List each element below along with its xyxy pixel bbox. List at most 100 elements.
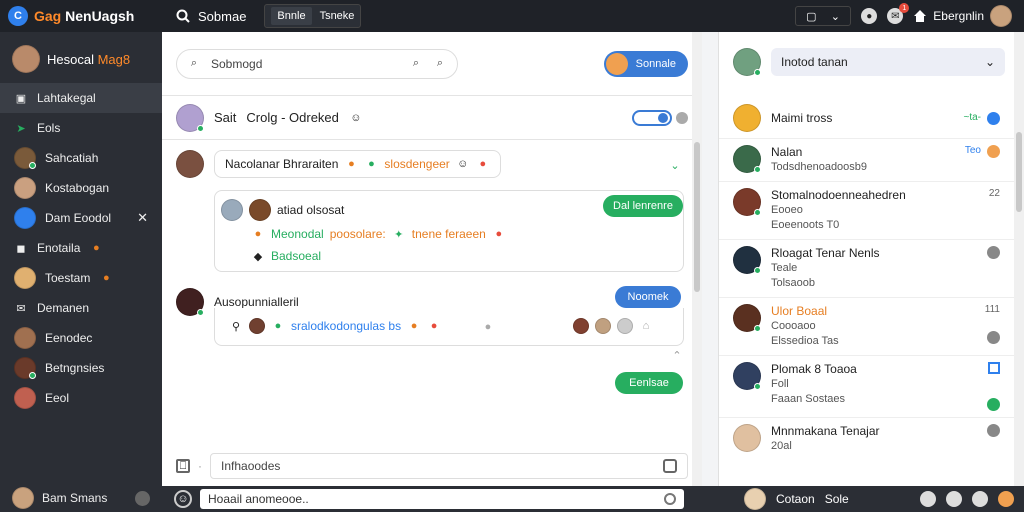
avatar xyxy=(733,188,761,216)
top-user-menu[interactable]: Ebergnlin xyxy=(913,5,1012,27)
scroll-thumb[interactable] xyxy=(1016,132,1022,212)
main-scrollbar[interactable] xyxy=(692,32,702,486)
emoji-icon: ● xyxy=(368,158,375,170)
sidebar-item-4[interactable]: Dam Eoodol ✕ xyxy=(0,203,162,233)
sidebar-item-2[interactable]: Sahcatiah xyxy=(0,143,162,173)
top-tab-1[interactable]: Bnnle xyxy=(271,7,312,25)
profile-avatar xyxy=(12,45,40,73)
right-scrollbar[interactable] xyxy=(1014,32,1024,486)
card-text: tnene feraeen xyxy=(411,227,486,241)
message-action-button[interactable]: Noomek xyxy=(615,286,681,308)
checkbox-icon xyxy=(988,362,1000,374)
gear-icon[interactable] xyxy=(135,490,150,506)
sidebar: Hesocal Mag8 ▣ Lahtakegal ➤ Eols Sahcati… xyxy=(0,32,162,512)
list-item[interactable]: Nalan Todsdhenoadoosb9 Teo xyxy=(719,139,1014,182)
status-icon[interactable] xyxy=(998,491,1014,507)
avatar xyxy=(733,145,761,173)
close-icon[interactable]: ✕ xyxy=(137,210,148,226)
list-item[interactable]: Ulor Boaal Coooaoo Elssedioa Tas 111 xyxy=(719,298,1014,356)
card-header: atiad olsosat xyxy=(221,199,344,221)
view-dropdown[interactable]: ▢ ⌄ xyxy=(795,6,852,26)
avatar xyxy=(733,104,761,132)
list-item[interactable]: Plomak 8 Toaoa Foll Faaan Sostaes xyxy=(719,356,1014,418)
chevron-up-icon[interactable]: ⌃ xyxy=(670,348,684,362)
list-item[interactable]: Maimi tross ~ta- xyxy=(719,98,1014,139)
search-icon[interactable]: ⌕ xyxy=(433,57,447,71)
notification-icon[interactable] xyxy=(946,491,962,507)
avatar xyxy=(733,424,761,452)
settings-icon[interactable] xyxy=(920,491,936,507)
attach-icon[interactable] xyxy=(664,493,676,505)
list-item-text: Plomak 8 Toaoa Foll Faaan Sostaes xyxy=(771,362,857,405)
more-icon[interactable] xyxy=(676,111,688,124)
search-input[interactable]: ⌕ Sobmogd ⌕ ⌕ xyxy=(176,48,458,79)
message-tag: slosdengeer xyxy=(384,157,450,171)
avatar xyxy=(744,488,766,510)
card-line: ⚲ ● sralodkodongulas bs ● ● xyxy=(229,318,441,334)
list-item[interactable]: Stomalnodoenneahedren Eooeo Eoeenoots T0 2… xyxy=(719,182,1014,240)
list-item-meta xyxy=(987,424,1000,454)
notification-badge: 1 xyxy=(899,3,910,13)
card-line: ◆ Badsoeal xyxy=(251,249,321,263)
avatar xyxy=(14,387,36,409)
top-tab-2[interactable]: Tsneke xyxy=(320,10,355,22)
avatar xyxy=(14,327,36,349)
status-icon xyxy=(987,111,1000,125)
primary-action-button[interactable]: Sonnale xyxy=(603,50,688,77)
avatar xyxy=(617,318,633,334)
scroll-thumb[interactable] xyxy=(694,142,700,292)
card-line: ● Meonodal poosolare: ✦ tnene feraeen ● xyxy=(251,227,506,241)
list-item[interactable]: Rloagat Tenar Nenls Teale Tolsaoob xyxy=(719,240,1014,298)
send-button[interactable]: Eenlsae xyxy=(615,372,683,394)
card-action-button[interactable]: Dal lenrenre xyxy=(603,195,683,217)
top-search[interactable]: Sobmae xyxy=(176,9,246,24)
chevron-down-icon[interactable]: ⌄ xyxy=(668,158,682,172)
reaction-icon[interactable]: ● xyxy=(481,320,495,334)
card-title: atiad olsosat xyxy=(277,203,345,217)
emoji-icon: ☺ xyxy=(457,158,469,170)
profile-name: Hesocal Mag8 xyxy=(47,51,131,67)
search-icon xyxy=(176,9,190,23)
emoji-icon: ● xyxy=(93,242,100,254)
emoji-icon[interactable]: ☺ xyxy=(174,490,192,508)
bottom-user[interactable]: Cotaon Sole xyxy=(744,488,849,510)
sidebar-item-0[interactable]: ▣ Lahtakegal xyxy=(0,83,162,113)
sidebar-item-1[interactable]: ➤ Eols xyxy=(0,113,162,143)
list-item-meta xyxy=(987,362,1000,411)
app-logo[interactable]: C Gag NenUagsh xyxy=(0,6,162,26)
expand-icon[interactable] xyxy=(663,459,677,473)
toggle-switch[interactable] xyxy=(632,109,672,126)
status-icon[interactable]: ● xyxy=(861,8,878,24)
avatar xyxy=(733,246,761,274)
mail-icon: ✉ xyxy=(16,302,26,315)
attach-icon[interactable]: ⌂ xyxy=(639,319,653,333)
divider: · xyxy=(198,459,202,473)
message-1: Nacolanar Bhraraiten ● ● slosdengeer ☺ ● xyxy=(176,150,501,178)
emoji-icon: ● xyxy=(410,320,418,332)
sidebar-item-9[interactable]: Betngnsies xyxy=(0,353,162,383)
emoji-icon: ● xyxy=(274,320,282,332)
chat-toggle[interactable] xyxy=(632,109,688,126)
compose-input[interactable]: Infhaoodes xyxy=(210,453,688,479)
sidebar-item-3[interactable]: Kostabogan xyxy=(0,173,162,203)
image-icon[interactable]: ⎕ xyxy=(176,459,190,473)
shield-icon: ◆ xyxy=(253,250,263,263)
sidebar-item-6[interactable]: Toestam ● xyxy=(0,263,162,293)
avatar xyxy=(14,147,36,169)
sidebar-item-7[interactable]: ✉ Demanen xyxy=(0,293,162,323)
sidebar-item-8[interactable]: Eenodec xyxy=(0,323,162,353)
status-icon xyxy=(987,398,1000,411)
message-text: Nacolanar Bhraraiten xyxy=(225,157,339,171)
list-item[interactable]: Mnnmakana Tenajar 20al xyxy=(719,418,1014,460)
sidebar-item-label: Eols xyxy=(37,121,61,135)
emoji-icon[interactable] xyxy=(972,491,988,507)
notification-icon[interactable]: ✉ 1 xyxy=(887,3,910,24)
window-icon: ▢ xyxy=(806,10,817,23)
participants: ⌂ xyxy=(573,318,653,334)
bottom-input[interactable]: Hoaail anomeooe.. xyxy=(200,489,684,509)
sidebar-footer[interactable]: Bam Smans xyxy=(0,484,162,512)
sidebar-item-5[interactable]: ◼ Enotaila ● xyxy=(0,233,162,263)
sidebar-item-10[interactable]: Eeol xyxy=(0,383,162,413)
channel-dropdown[interactable]: Inotod tanan ⌄ xyxy=(771,48,1005,76)
sidebar-profile[interactable]: Hesocal Mag8 xyxy=(0,32,162,83)
